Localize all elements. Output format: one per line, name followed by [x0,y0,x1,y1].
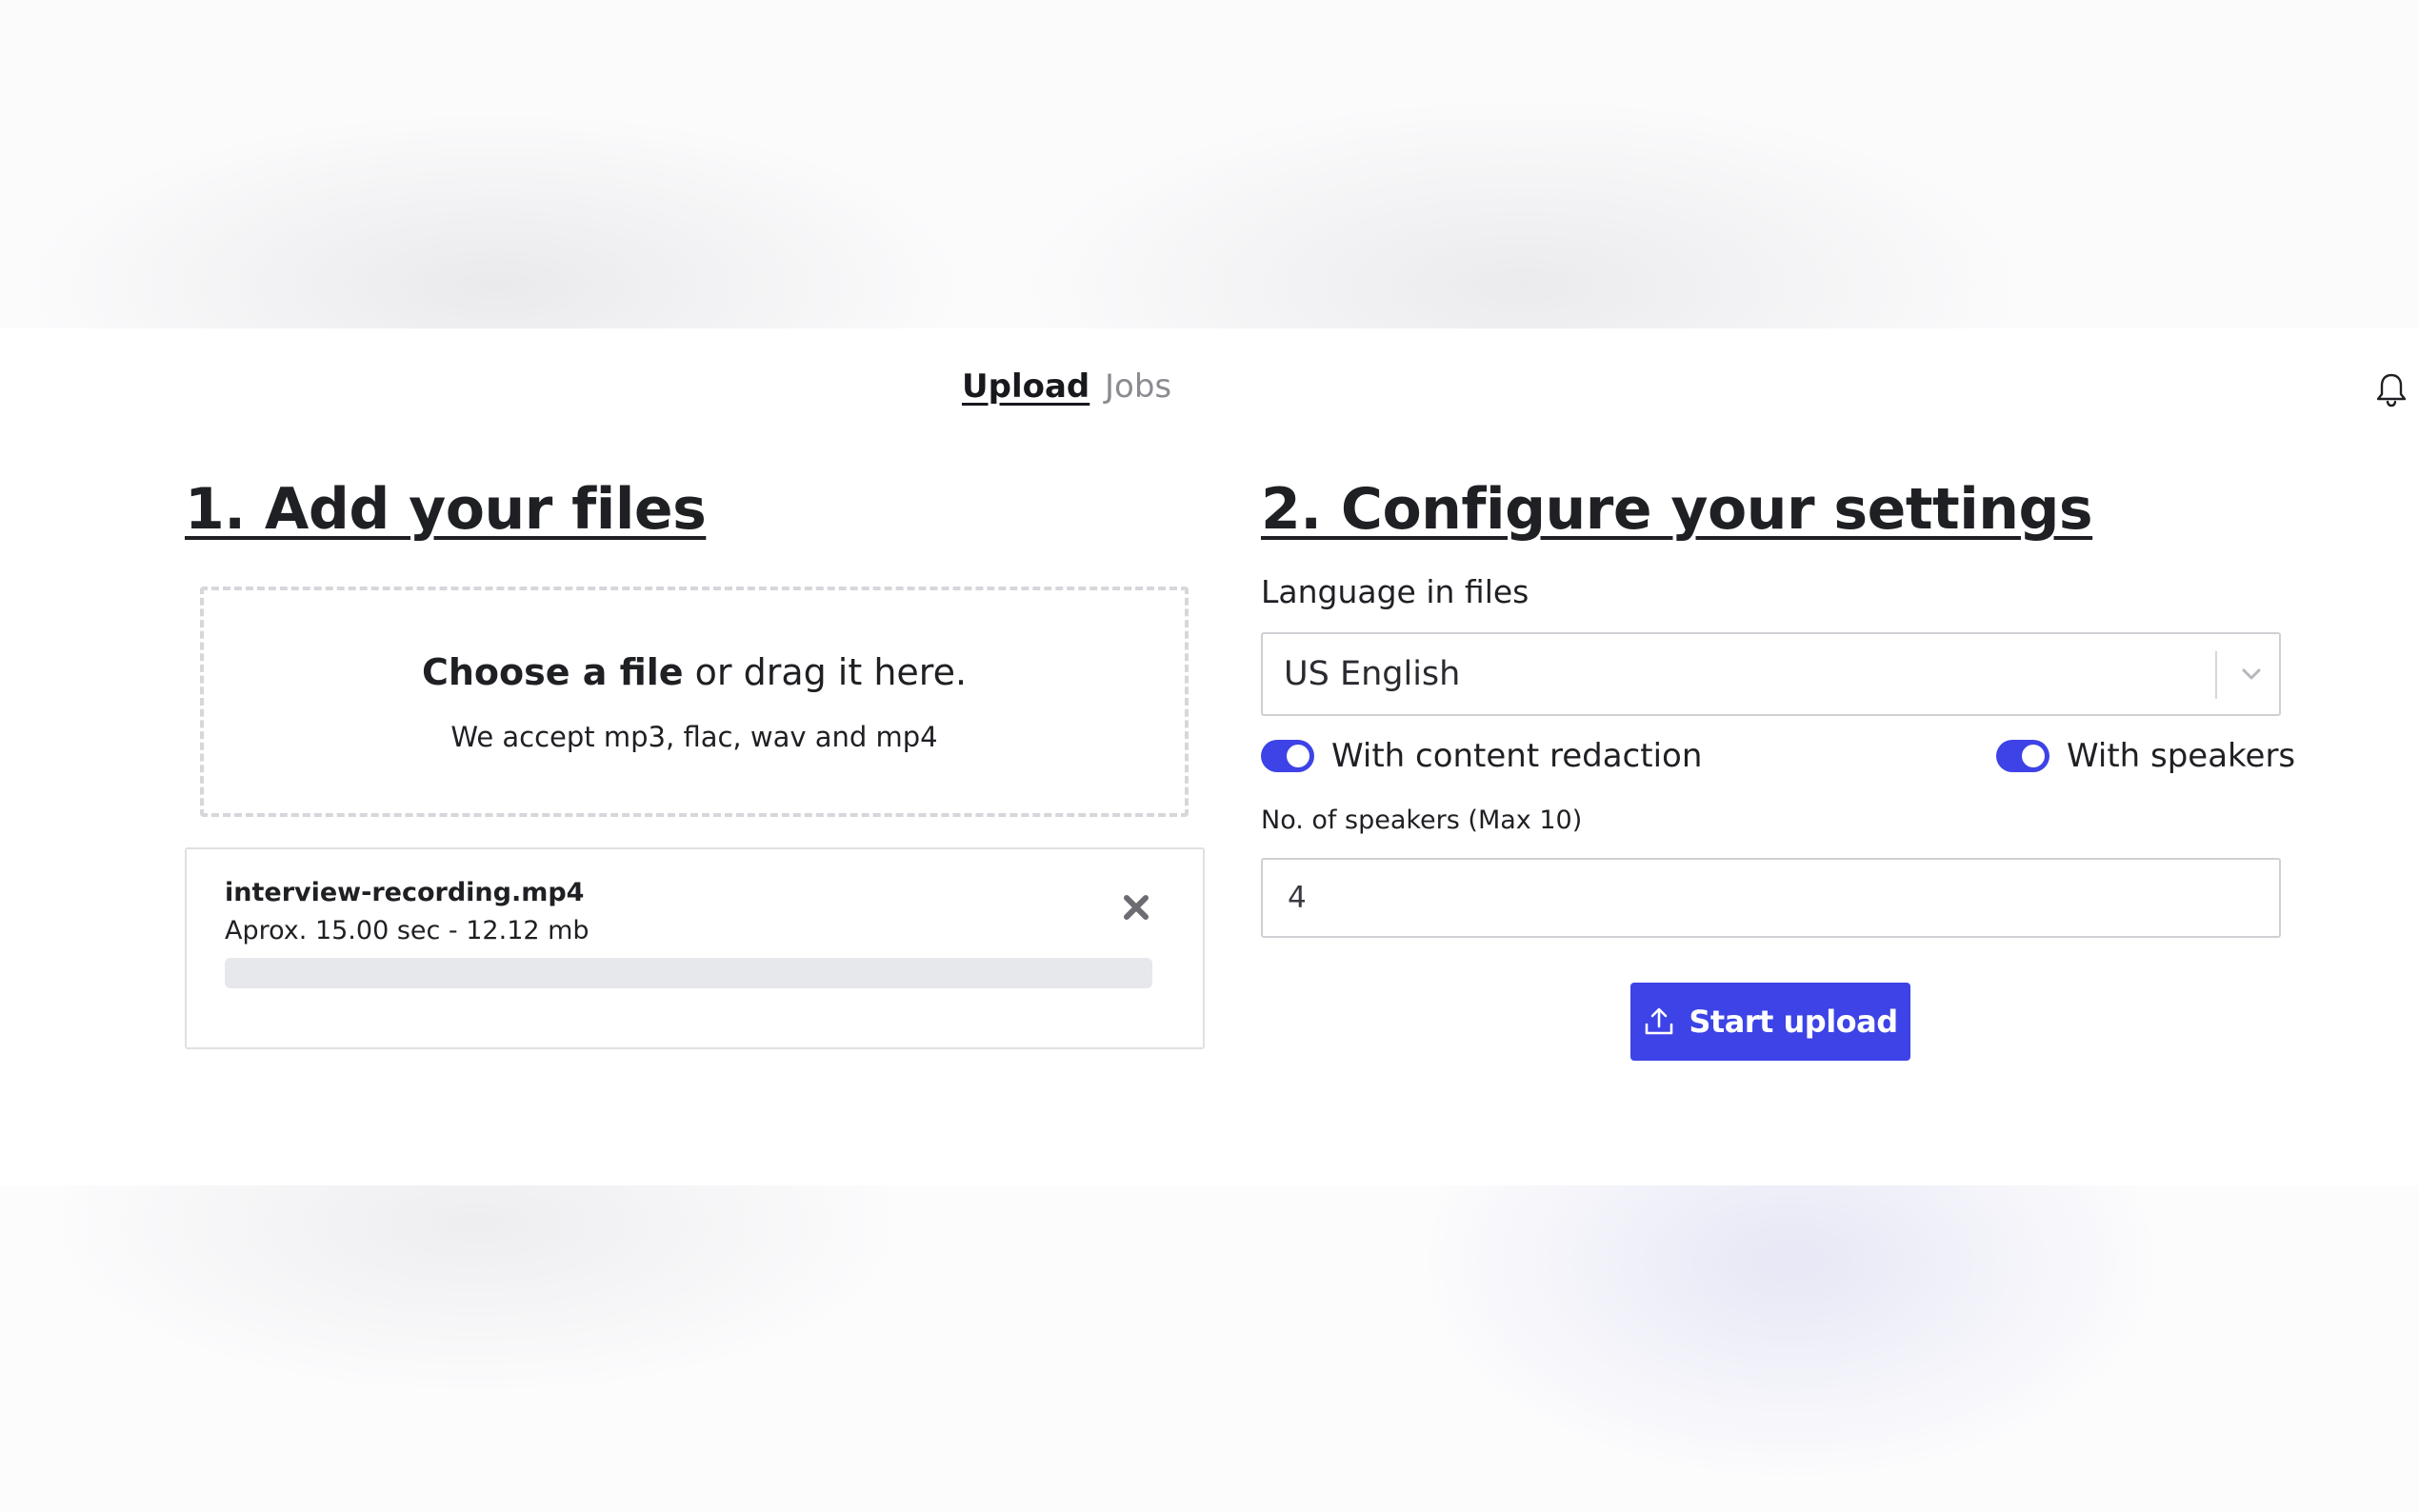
speakers-switch[interactable] [1996,740,2049,772]
language-label: Language in files [1261,573,1529,610]
bell-icon[interactable] [2375,371,2408,408]
tab-jobs[interactable]: Jobs [1105,368,1171,406]
start-upload-label: Start upload [1689,1004,1898,1040]
speakers-count-label: No. of speakers (Max 10) [1261,806,1583,835]
select-divider [2215,651,2217,699]
accepted-formats-text: We accept mp3, flac, wav and mp4 [450,721,938,753]
content-redaction-label: With content redaction [1331,737,1703,775]
file-name: interview-recording.mp4 [225,878,585,907]
page: Upload Jobs 1. Add your files Choose a f… [0,0,2419,1512]
file-meta: Aprox. 15.00 sec - 12.12 mb [225,916,590,945]
file-dropzone[interactable]: Choose a file or drag it here. We accept… [200,587,1189,817]
choose-file-link[interactable]: Choose a file [422,651,684,693]
dropzone-prompt: Choose a file or drag it here. [422,650,967,694]
upload-progress-bar [225,958,1152,988]
content-redaction-toggle[interactable]: With content redaction [1261,737,1702,775]
chevron-down-icon[interactable] [2238,661,2265,687]
start-upload-button[interactable]: Start upload [1630,983,1910,1061]
decorative-background-bottom [0,1185,2419,1512]
content-redaction-switch[interactable] [1261,740,1314,772]
configure-settings-title: 2. Configure your settings [1261,476,2093,543]
language-select[interactable]: US English [1261,632,2281,716]
speakers-toggle[interactable]: With speakers [1996,737,2295,775]
speakers-toggle-label: With speakers [2067,737,2296,775]
speakers-count-input[interactable] [1261,858,2281,938]
decorative-background-top [0,0,2419,328]
file-item: interview-recording.mp4 Aprox. 15.00 sec… [185,847,1205,1049]
close-icon[interactable] [1120,891,1152,924]
drag-hint: or drag it here. [683,651,968,693]
language-select-value: US English [1284,655,1461,693]
tab-upload[interactable]: Upload [962,368,1090,406]
upload-icon [1643,1005,1675,1038]
add-files-title: 1. Add your files [185,476,707,543]
